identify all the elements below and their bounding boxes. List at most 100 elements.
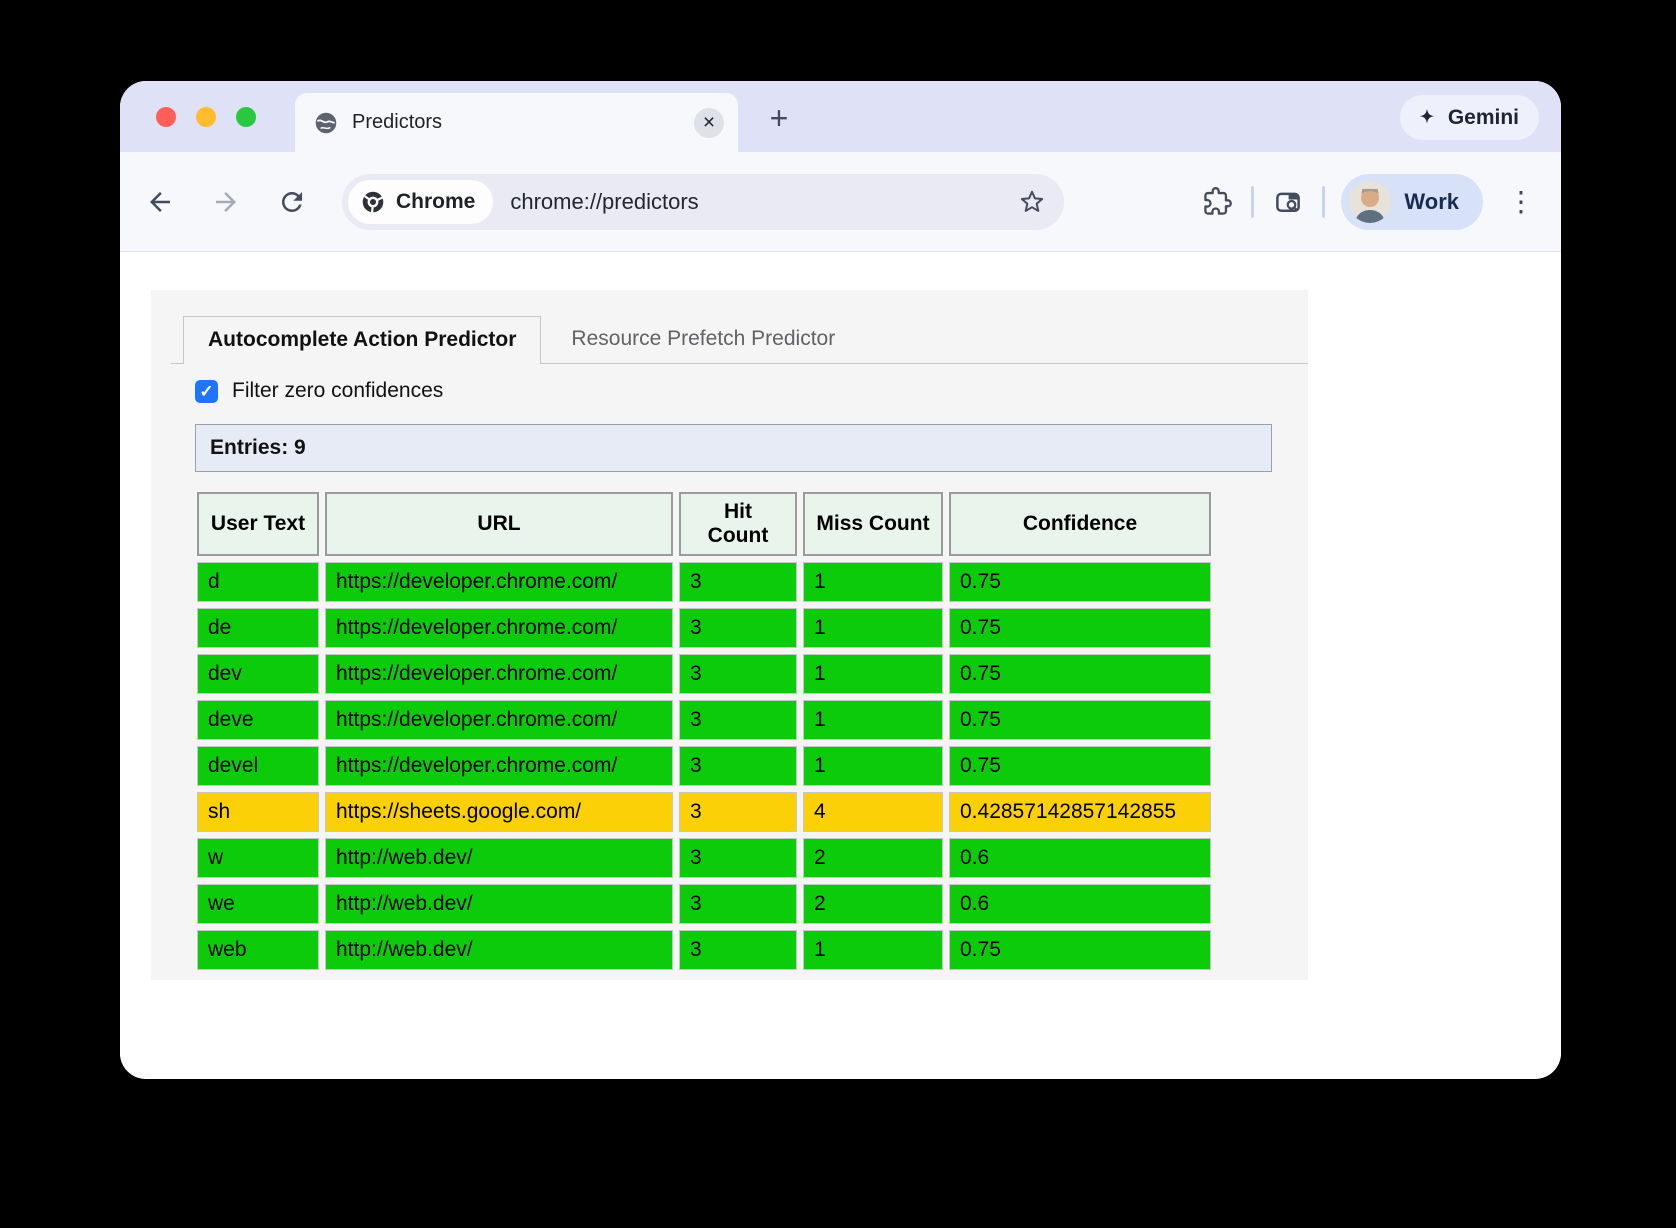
cell-hit-count: 3 [679,562,797,602]
page-viewport: Autocomplete Action Predictor Resource P… [120,252,1561,1078]
cell-user-text: de [197,608,319,648]
gemini-sparkle-icon [1416,107,1438,129]
filter-zero-confidences-checkbox[interactable]: ✓ [195,380,218,403]
header-url: URL [325,492,673,556]
cell-user-text: w [197,838,319,878]
cell-miss-count: 1 [803,562,943,602]
toolbar-right: Work ⋮ [1195,174,1537,230]
table-row: we http://web.dev/ 3 2 0.6 [197,884,1211,924]
toolbar: Chrome chrome://predictors [120,152,1561,252]
cell-hit-count: 3 [679,838,797,878]
cell-hit-count: 3 [679,884,797,924]
table-row: de https://developer.chrome.com/ 3 1 0.7… [197,608,1211,648]
cell-hit-count: 3 [679,746,797,786]
cell-url: http://web.dev/ [325,884,673,924]
cell-miss-count: 1 [803,608,943,648]
tab-autocomplete-action-predictor[interactable]: Autocomplete Action Predictor [183,316,541,364]
cell-confidence: 0.75 [949,562,1211,602]
cell-miss-count: 1 [803,930,943,970]
cell-user-text: web [197,930,319,970]
cell-confidence: 0.42857142857142855 [949,792,1211,832]
browser-window: Predictors × + Gemini [120,81,1561,1079]
cell-hit-count: 3 [679,608,797,648]
toolbar-divider [1322,186,1325,218]
predictor-tabs: Autocomplete Action Predictor Resource P… [171,316,1308,364]
toolbar-divider [1251,186,1254,218]
table-row: web http://web.dev/ 3 1 0.75 [197,930,1211,970]
predictor-table-body: d https://developer.chrome.com/ 3 1 0.75… [197,562,1211,970]
reload-icon [277,187,307,217]
filter-row: ✓ Filter zero confidences [195,379,1308,403]
profile-button[interactable]: Work [1341,174,1483,230]
back-button[interactable] [138,180,182,224]
tab-search-button[interactable] [1266,180,1310,224]
forward-arrow-icon [211,187,241,217]
cell-miss-count: 2 [803,838,943,878]
cell-user-text: sh [197,792,319,832]
cell-user-text: d [197,562,319,602]
globe-favicon-icon [313,110,339,136]
cell-user-text: deve [197,700,319,740]
tab-resource-prefetch-predictor[interactable]: Resource Prefetch Predictor [541,316,865,363]
table-row: d https://developer.chrome.com/ 3 1 0.75 [197,562,1211,602]
site-chip-label: Chrome [396,190,475,214]
cell-url: https://developer.chrome.com/ [325,654,673,694]
entries-count: Entries: 9 [195,424,1272,472]
profile-label: Work [1404,189,1459,215]
predictors-panel: Autocomplete Action Predictor Resource P… [151,290,1308,980]
cell-user-text: devel [197,746,319,786]
site-chip[interactable]: Chrome [348,180,493,224]
table-row: w http://web.dev/ 3 2 0.6 [197,838,1211,878]
forward-button[interactable] [204,180,248,224]
tab-strip: Predictors × + Gemini [120,81,1561,152]
cell-miss-count: 4 [803,792,943,832]
cell-confidence: 0.75 [949,700,1211,740]
back-arrow-icon [145,187,175,217]
cell-url: https://sheets.google.com/ [325,792,673,832]
cell-confidence: 0.6 [949,838,1211,878]
cell-url: https://developer.chrome.com/ [325,746,673,786]
cell-hit-count: 3 [679,930,797,970]
table-header-row: User Text URL Hit Count Miss Count Confi… [197,492,1211,556]
address-bar[interactable]: Chrome chrome://predictors [342,174,1064,230]
cell-confidence: 0.75 [949,930,1211,970]
cell-url: https://developer.chrome.com/ [325,562,673,602]
filter-label: Filter zero confidences [232,379,443,403]
reload-button[interactable] [270,180,314,224]
cell-url: https://developer.chrome.com/ [325,700,673,740]
new-tab-icon[interactable]: + [757,97,801,141]
chrome-logo-icon [360,189,386,215]
cell-miss-count: 1 [803,654,943,694]
url-text[interactable]: chrome://predictors [510,189,1018,215]
tab-title: Predictors [352,111,442,134]
avatar [1349,181,1391,223]
minimize-window-icon[interactable] [196,107,216,127]
cell-url: https://developer.chrome.com/ [325,608,673,648]
cell-url: http://web.dev/ [325,838,673,878]
cell-miss-count: 1 [803,700,943,740]
cell-miss-count: 2 [803,884,943,924]
table-row: sh https://sheets.google.com/ 3 4 0.4285… [197,792,1211,832]
cell-confidence: 0.6 [949,884,1211,924]
close-tab-icon[interactable]: × [694,108,724,138]
table-row: devel https://developer.chrome.com/ 3 1 … [197,746,1211,786]
menu-kebab-icon[interactable]: ⋮ [1505,185,1537,218]
extensions-puzzle-icon [1203,187,1232,216]
cell-confidence: 0.75 [949,746,1211,786]
cell-hit-count: 3 [679,792,797,832]
bookmark-star-icon[interactable] [1018,188,1046,216]
close-window-icon[interactable] [156,107,176,127]
header-user-text: User Text [197,492,319,556]
extensions-button[interactable] [1195,180,1239,224]
browser-tab-predictors[interactable]: Predictors × [295,93,738,152]
gemini-label: Gemini [1448,106,1519,130]
table-row: dev https://developer.chrome.com/ 3 1 0.… [197,654,1211,694]
gemini-button[interactable]: Gemini [1400,95,1539,140]
table-row: deve https://developer.chrome.com/ 3 1 0… [197,700,1211,740]
cell-url: http://web.dev/ [325,930,673,970]
cell-miss-count: 1 [803,746,943,786]
cell-hit-count: 3 [679,654,797,694]
zoom-window-icon[interactable] [236,107,256,127]
tab-search-icon [1273,187,1303,217]
predictor-table: User Text URL Hit Count Miss Count Confi… [191,486,1217,976]
